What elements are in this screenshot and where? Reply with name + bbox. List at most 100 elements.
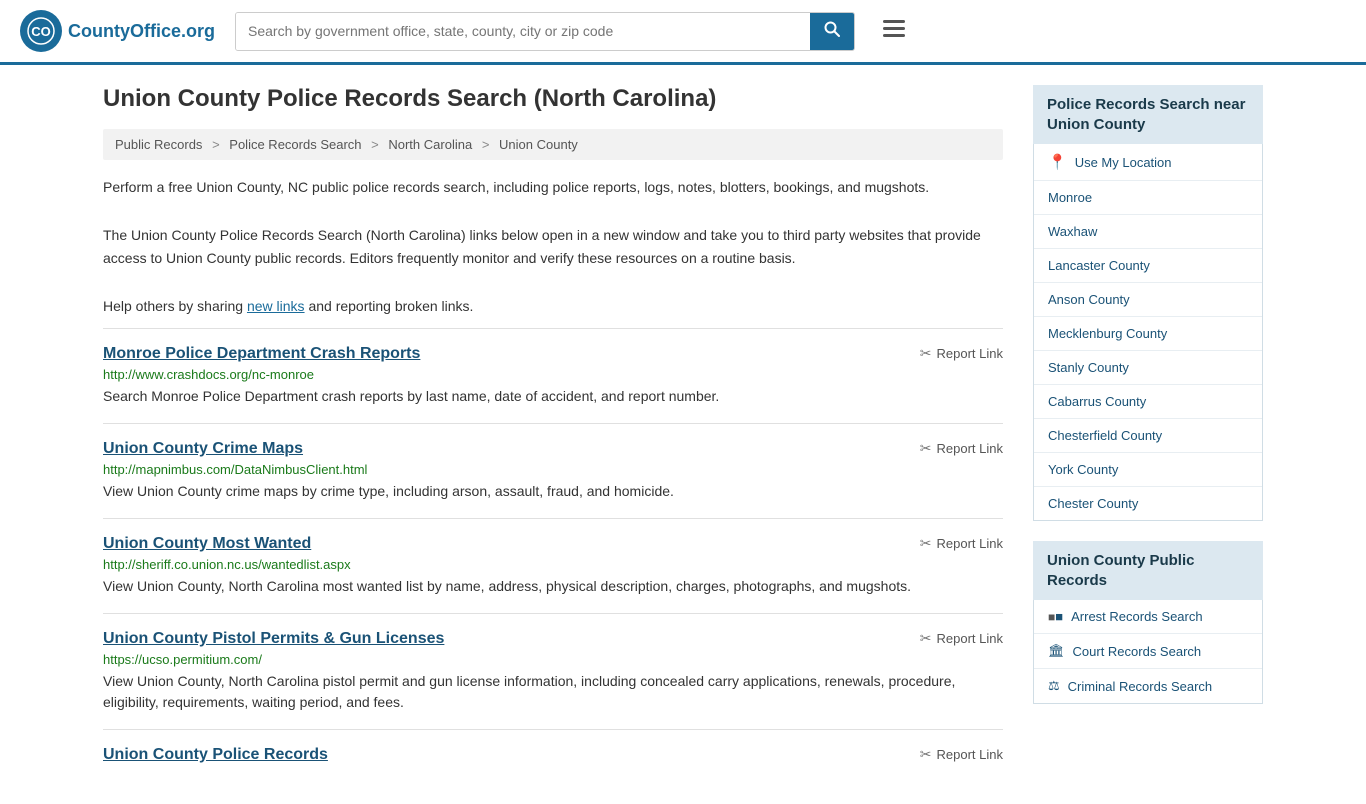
result-item: Union County Pistol Permits & Gun Licens… xyxy=(103,613,1003,729)
report-link[interactable]: ✂ Report Link xyxy=(920,630,1003,647)
search-input[interactable] xyxy=(236,13,810,50)
arrest-records-label: Arrest Records Search xyxy=(1071,609,1203,624)
breadcrumb-public-records[interactable]: Public Records xyxy=(115,137,202,152)
report-link[interactable]: ✂ Report Link xyxy=(920,535,1003,552)
result-header: Union County Crime Maps ✂ Report Link xyxy=(103,440,1003,458)
breadcrumb-sep-2: > xyxy=(371,137,379,152)
sidebar-nearby-anson[interactable]: Anson County xyxy=(1034,283,1262,316)
report-icon: ✂ xyxy=(920,630,932,647)
search-bar xyxy=(235,12,855,51)
new-links-link[interactable]: new links xyxy=(247,298,305,314)
sidebar-nearby-waxhaw[interactable]: Waxhaw xyxy=(1034,215,1262,248)
list-item: Chester County xyxy=(1034,487,1262,520)
report-link-label: Report Link xyxy=(937,346,1003,361)
report-link[interactable]: ✂ Report Link xyxy=(920,440,1003,457)
sidebar-nearby-monroe[interactable]: Monroe xyxy=(1034,181,1262,214)
search-button[interactable] xyxy=(810,13,854,50)
sidebar-nearby-york[interactable]: York County xyxy=(1034,453,1262,486)
list-item: Monroe xyxy=(1034,181,1262,215)
report-icon: ✂ xyxy=(920,535,932,552)
breadcrumb-sep-3: > xyxy=(482,137,490,152)
description-para3: Help others by sharing new links and rep… xyxy=(103,295,1003,317)
result-item: Monroe Police Department Crash Reports ✂… xyxy=(103,328,1003,423)
sidebar-nearby-chester[interactable]: Chester County xyxy=(1034,487,1262,520)
sidebar-nearby-lancaster[interactable]: Lancaster County xyxy=(1034,249,1262,282)
court-icon: 🏛 xyxy=(1048,643,1065,659)
description-para3-suffix: and reporting broken links. xyxy=(305,298,474,314)
main-container: Union County Police Records Search (Nort… xyxy=(83,65,1283,804)
list-item: Stanly County xyxy=(1034,351,1262,385)
result-header: Union County Most Wanted ✂ Report Link xyxy=(103,535,1003,553)
search-icon xyxy=(824,21,840,37)
result-item: Union County Police Records ✂ Report Lin… xyxy=(103,729,1003,784)
logo-icon: CO xyxy=(20,10,62,52)
list-item: 🏛 Court Records Search xyxy=(1034,634,1262,669)
breadcrumb-police-records[interactable]: Police Records Search xyxy=(229,137,361,152)
site-header: CO CountyOffice.org xyxy=(0,0,1366,65)
result-title[interactable]: Union County Police Records xyxy=(103,746,328,764)
result-item: Union County Most Wanted ✂ Report Link h… xyxy=(103,518,1003,613)
result-desc: View Union County, North Carolina most w… xyxy=(103,576,1003,597)
list-item: Chesterfield County xyxy=(1034,419,1262,453)
description-para1: Perform a free Union County, NC public p… xyxy=(103,176,1003,198)
menu-button[interactable] xyxy=(875,14,913,48)
report-link-label: Report Link xyxy=(937,747,1003,762)
result-header: Monroe Police Department Crash Reports ✂… xyxy=(103,345,1003,363)
list-item: York County xyxy=(1034,453,1262,487)
result-url: http://www.crashdocs.org/nc-monroe xyxy=(103,367,1003,382)
content-area: Union County Police Records Search (Nort… xyxy=(103,85,1003,784)
result-title[interactable]: Union County Most Wanted xyxy=(103,535,311,553)
site-logo[interactable]: CO CountyOffice.org xyxy=(20,10,215,52)
sidebar-court-records[interactable]: 🏛 Court Records Search xyxy=(1034,634,1262,668)
sidebar: Police Records Search near Union County … xyxy=(1033,85,1263,784)
list-item: Anson County xyxy=(1034,283,1262,317)
result-url: https://ucso.permitium.com/ xyxy=(103,652,1003,667)
description-para2: The Union County Police Records Search (… xyxy=(103,224,1003,269)
report-icon: ✂ xyxy=(920,746,932,763)
arrest-icon: ■ xyxy=(1048,609,1063,624)
list-item: ⚖ Criminal Records Search xyxy=(1034,669,1262,703)
list-item: Waxhaw xyxy=(1034,215,1262,249)
sidebar-public-records-heading: Union County Public Records xyxy=(1033,541,1263,600)
court-records-label: Court Records Search xyxy=(1073,644,1202,659)
breadcrumb-union-county[interactable]: Union County xyxy=(499,137,578,152)
sidebar-nearby-section: Police Records Search near Union County … xyxy=(1033,85,1263,521)
sidebar-criminal-records[interactable]: ⚖ Criminal Records Search xyxy=(1034,669,1262,703)
result-desc: View Union County, North Carolina pistol… xyxy=(103,671,1003,713)
result-title[interactable]: Union County Crime Maps xyxy=(103,440,303,458)
description-para3-prefix: Help others by sharing xyxy=(103,298,247,314)
hamburger-icon xyxy=(883,20,905,38)
sidebar-nearby-heading: Police Records Search near Union County xyxy=(1033,85,1263,144)
sidebar-nearby-mecklenburg[interactable]: Mecklenburg County xyxy=(1034,317,1262,350)
report-icon: ✂ xyxy=(920,345,932,362)
result-header: Union County Pistol Permits & Gun Licens… xyxy=(103,630,1003,648)
sidebar-nearby-chesterfield[interactable]: Chesterfield County xyxy=(1034,419,1262,452)
result-title[interactable]: Monroe Police Department Crash Reports xyxy=(103,345,420,363)
criminal-records-label: Criminal Records Search xyxy=(1068,679,1213,694)
logo-text: CountyOffice.org xyxy=(68,21,215,42)
breadcrumb-north-carolina[interactable]: North Carolina xyxy=(388,137,472,152)
report-link[interactable]: ✂ Report Link xyxy=(920,746,1003,763)
list-item: ■ Arrest Records Search xyxy=(1034,600,1262,634)
result-title[interactable]: Union County Pistol Permits & Gun Licens… xyxy=(103,630,444,648)
result-url: http://mapnimbus.com/DataNimbusClient.ht… xyxy=(103,462,1003,477)
report-icon: ✂ xyxy=(920,440,932,457)
list-item: Lancaster County xyxy=(1034,249,1262,283)
report-link-label: Report Link xyxy=(937,631,1003,646)
sidebar-nearby-cabarrus[interactable]: Cabarrus County xyxy=(1034,385,1262,418)
use-my-location-link[interactable]: 📍 Use My Location xyxy=(1034,144,1262,180)
sidebar-nearby-list: 📍 Use My Location Monroe Waxhaw Lancaste… xyxy=(1033,144,1263,521)
list-item: Mecklenburg County xyxy=(1034,317,1262,351)
sidebar-public-records-list: ■ Arrest Records Search 🏛 Court Records … xyxy=(1033,600,1263,704)
result-header: Union County Police Records ✂ Report Lin… xyxy=(103,746,1003,764)
result-url: http://sheriff.co.union.nc.us/wantedlist… xyxy=(103,557,1003,572)
result-item: Union County Crime Maps ✂ Report Link ht… xyxy=(103,423,1003,518)
sidebar-arrest-records[interactable]: ■ Arrest Records Search xyxy=(1034,600,1262,633)
use-my-location-label: Use My Location xyxy=(1075,155,1172,170)
svg-text:CO: CO xyxy=(31,24,51,39)
report-link[interactable]: ✂ Report Link xyxy=(920,345,1003,362)
report-link-label: Report Link xyxy=(937,536,1003,551)
sidebar-nearby-stanly[interactable]: Stanly County xyxy=(1034,351,1262,384)
pin-icon: 📍 xyxy=(1048,153,1067,171)
results-list: Monroe Police Department Crash Reports ✂… xyxy=(103,328,1003,784)
